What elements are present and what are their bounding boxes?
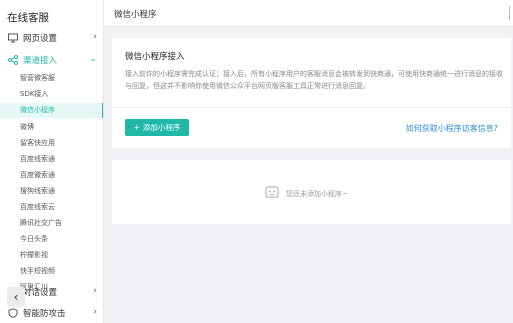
- sidebar-subitem-sdk[interactable]: SDK接入: [0, 87, 103, 102]
- sidebar-item-label: 渠道接入: [23, 56, 58, 66]
- sidebar-item-label: 智能防攻击: [23, 309, 66, 319]
- sidebar-subitem-wechat-miniprogram[interactable]: 微信小程序: [0, 103, 103, 118]
- collapse-sidebar-button[interactable]: ‹: [7, 287, 25, 307]
- sidebar-subitem-weibo[interactable]: 微博: [0, 120, 103, 135]
- sidebar-item-channel-access[interactable]: 渠道接入 ⌄: [0, 50, 103, 70]
- shield-icon: [7, 307, 19, 319]
- empty-box-icon: [264, 184, 280, 204]
- sidebar-item-label: 对话设置: [23, 288, 58, 298]
- sidebar-item-label: 网页设置: [23, 34, 58, 44]
- empty-state: 您还未添加小程序~: [264, 184, 348, 204]
- chevron-right-icon: ›: [93, 307, 97, 317]
- sidebar: 在线客服 网页设置 › 渠道接入 ⌄ 智营微客服 SDK接入 微信小程序 微博 …: [0, 0, 104, 323]
- sidebar-subitem-lemon[interactable]: 柠檬影视: [0, 248, 103, 263]
- miniprogram-list-card: 您还未添加小程序~: [112, 160, 511, 224]
- sidebar-subitem-quick-app[interactable]: 留客快应用: [0, 136, 103, 151]
- empty-state-text: 您还未添加小程序~: [286, 190, 348, 198]
- share-icon: [7, 54, 19, 66]
- chevron-right-icon: ›: [93, 286, 97, 296]
- chevron-down-icon: ⌄: [89, 54, 97, 64]
- sidebar-subitem-baidu-weisuotong[interactable]: 百度微索通: [0, 168, 103, 183]
- monitor-icon: [7, 32, 19, 44]
- divider: [112, 107, 511, 108]
- plus-icon: +: [133, 123, 140, 132]
- chevron-left-icon: ‹: [13, 290, 19, 304]
- section-heading: 微信小程序接入: [125, 52, 185, 62]
- chevron-right-icon: ›: [93, 32, 97, 42]
- integration-card: 微信小程序接入 接入前你的小程序需完成认证；接入后，所有小程序用户的客服消息会被…: [112, 38, 511, 148]
- help-link[interactable]: 如何获取小程序访客信息?: [406, 123, 498, 134]
- page-title: 微信小程序: [114, 10, 157, 20]
- header-divider: [509, 6, 511, 20]
- sidebar-subitem-sogou[interactable]: 搜狗线索通: [0, 184, 103, 199]
- sidebar-title: 在线客服: [7, 12, 49, 24]
- page-header: 微信小程序: [104, 0, 513, 27]
- section-description: 接入前你的小程序需完成认证；接入后，所有小程序用户的客服消息会被转发到快商通，可…: [125, 70, 503, 90]
- sidebar-item-web-settings[interactable]: 网页设置 ›: [0, 28, 103, 48]
- sidebar-subitem-zhiying[interactable]: 智营微客服: [0, 71, 103, 86]
- add-button-label: 添加小程序: [142, 123, 181, 132]
- sidebar-subitem-kuaishou[interactable]: 快手短视频: [0, 264, 103, 279]
- sidebar-subitem-toutiao[interactable]: 今日头条: [0, 232, 103, 247]
- sidebar-subitem-baidu-xiansuotong[interactable]: 百度线索通: [0, 152, 103, 167]
- sidebar-subitem-baidu-cloud[interactable]: 百度线索云: [0, 200, 103, 215]
- sidebar-subitem-tencent-ads[interactable]: 腾讯社交广告: [0, 216, 103, 231]
- add-miniprogram-button[interactable]: + 添加小程序: [125, 119, 189, 136]
